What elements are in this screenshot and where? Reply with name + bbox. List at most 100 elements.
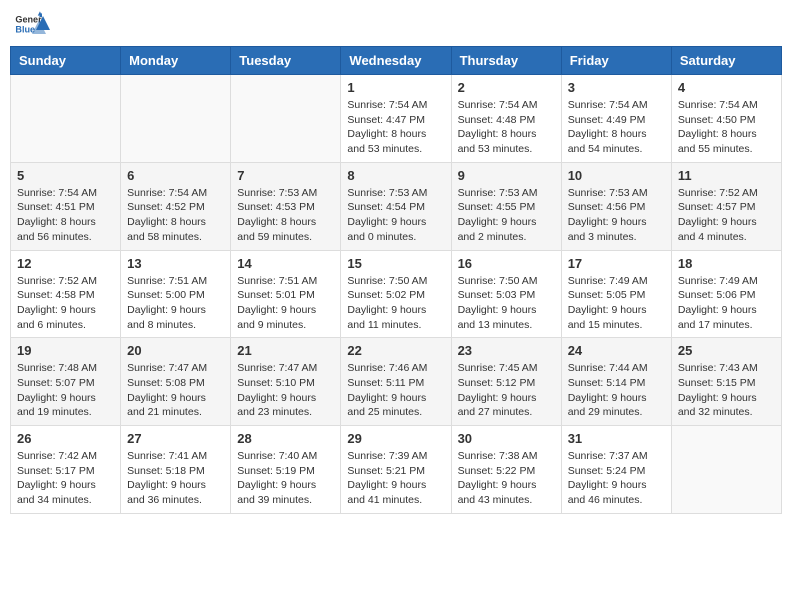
day-info: Sunrise: 7:47 AM Sunset: 5:08 PM Dayligh… xyxy=(127,361,224,420)
calendar-cell xyxy=(121,75,231,163)
day-info: Sunrise: 7:40 AM Sunset: 5:19 PM Dayligh… xyxy=(237,449,334,508)
day-number: 7 xyxy=(237,168,334,183)
day-number: 5 xyxy=(17,168,114,183)
day-info: Sunrise: 7:50 AM Sunset: 5:03 PM Dayligh… xyxy=(458,274,555,333)
day-info: Sunrise: 7:53 AM Sunset: 4:54 PM Dayligh… xyxy=(347,186,444,245)
calendar-cell: 1 Sunrise: 7:54 AM Sunset: 4:47 PM Daylig… xyxy=(341,75,451,163)
logo: General Blue xyxy=(14,10,54,38)
calendar-cell: 9Sunrise: 7:53 AM Sunset: 4:55 PM Daylig… xyxy=(451,162,561,250)
day-info: Sunrise: 7:39 AM Sunset: 5:21 PM Dayligh… xyxy=(347,449,444,508)
calendar-cell: 20 Sunrise: 7:47 AM Sunset: 5:08 PM Dayli… xyxy=(121,338,231,426)
day-number: 23 xyxy=(458,343,555,358)
calendar-cell: 2 Sunrise: 7:54 AM Sunset: 4:48 PM Daylig… xyxy=(451,75,561,163)
day-number: 28 xyxy=(237,431,334,446)
day-number: 3 xyxy=(568,80,665,95)
day-number: 12 xyxy=(17,256,114,271)
day-number: 10 xyxy=(568,168,665,183)
day-info: Sunrise: 7:41 AM Sunset: 5:18 PM Dayligh… xyxy=(127,449,224,508)
day-number: 31 xyxy=(568,431,665,446)
calendar-week-3: 12 Sunrise: 7:52 AM Sunset: 4:58 PM Dayli… xyxy=(11,250,782,338)
day-number: 2 xyxy=(458,80,555,95)
calendar-cell: 25 Sunrise: 7:43 AM Sunset: 5:15 PM Dayli… xyxy=(671,338,781,426)
calendar-cell: 31 Sunrise: 7:37 AM Sunset: 5:24 PM Dayli… xyxy=(561,426,671,514)
day-info: Sunrise: 7:54 AM Sunset: 4:52 PM Dayligh… xyxy=(127,186,224,245)
day-info: Sunrise: 7:54 AM Sunset: 4:51 PM Dayligh… xyxy=(17,186,114,245)
weekday-header-sunday: Sunday xyxy=(11,47,121,75)
weekday-header-friday: Friday xyxy=(561,47,671,75)
calendar-header-row: SundayMondayTuesdayWednesdayThursdayFrid… xyxy=(11,47,782,75)
day-number: 29 xyxy=(347,431,444,446)
day-info: Sunrise: 7:54 AM Sunset: 4:49 PM Dayligh… xyxy=(568,98,665,157)
day-info: Sunrise: 7:51 AM Sunset: 5:00 PM Dayligh… xyxy=(127,274,224,333)
weekday-header-thursday: Thursday xyxy=(451,47,561,75)
day-info: Sunrise: 7:53 AM Sunset: 4:56 PM Dayligh… xyxy=(568,186,665,245)
calendar-cell: 15 Sunrise: 7:50 AM Sunset: 5:02 PM Dayli… xyxy=(341,250,451,338)
calendar-cell: 5 Sunrise: 7:54 AM Sunset: 4:51 PM Daylig… xyxy=(11,162,121,250)
calendar-table: SundayMondayTuesdayWednesdayThursdayFrid… xyxy=(10,46,782,514)
day-number: 17 xyxy=(568,256,665,271)
calendar-cell: 21Sunrise: 7:47 AM Sunset: 5:10 PM Dayli… xyxy=(231,338,341,426)
calendar-cell: 17 Sunrise: 7:49 AM Sunset: 5:05 PM Dayli… xyxy=(561,250,671,338)
day-info: Sunrise: 7:54 AM Sunset: 4:47 PM Dayligh… xyxy=(347,98,444,157)
calendar-cell: 22 Sunrise: 7:46 AM Sunset: 5:11 PM Dayli… xyxy=(341,338,451,426)
weekday-header-wednesday: Wednesday xyxy=(341,47,451,75)
calendar-cell: 26 Sunrise: 7:42 AM Sunset: 5:17 PM Dayli… xyxy=(11,426,121,514)
day-info: Sunrise: 7:37 AM Sunset: 5:24 PM Dayligh… xyxy=(568,449,665,508)
day-number: 24 xyxy=(568,343,665,358)
calendar-cell: 4 Sunrise: 7:54 AM Sunset: 4:50 PM Daylig… xyxy=(671,75,781,163)
day-info: Sunrise: 7:54 AM Sunset: 4:50 PM Dayligh… xyxy=(678,98,775,157)
weekday-header-tuesday: Tuesday xyxy=(231,47,341,75)
day-info: Sunrise: 7:45 AM Sunset: 5:12 PM Dayligh… xyxy=(458,361,555,420)
day-number: 1 xyxy=(347,80,444,95)
day-info: Sunrise: 7:49 AM Sunset: 5:06 PM Dayligh… xyxy=(678,274,775,333)
day-info: Sunrise: 7:54 AM Sunset: 4:48 PM Dayligh… xyxy=(458,98,555,157)
calendar-cell: 19Sunrise: 7:48 AM Sunset: 5:07 PM Dayli… xyxy=(11,338,121,426)
calendar-cell: 18Sunrise: 7:49 AM Sunset: 5:06 PM Dayli… xyxy=(671,250,781,338)
calendar-cell: 29 Sunrise: 7:39 AM Sunset: 5:21 PM Dayli… xyxy=(341,426,451,514)
day-info: Sunrise: 7:46 AM Sunset: 5:11 PM Dayligh… xyxy=(347,361,444,420)
calendar-week-1: 1 Sunrise: 7:54 AM Sunset: 4:47 PM Daylig… xyxy=(11,75,782,163)
day-number: 30 xyxy=(458,431,555,446)
day-number: 26 xyxy=(17,431,114,446)
calendar-week-5: 26 Sunrise: 7:42 AM Sunset: 5:17 PM Dayli… xyxy=(11,426,782,514)
day-info: Sunrise: 7:51 AM Sunset: 5:01 PM Dayligh… xyxy=(237,274,334,333)
day-number: 25 xyxy=(678,343,775,358)
logo-triangle-icon xyxy=(32,12,54,34)
calendar-cell: 6Sunrise: 7:54 AM Sunset: 4:52 PM Daylig… xyxy=(121,162,231,250)
day-number: 9 xyxy=(458,168,555,183)
day-number: 27 xyxy=(127,431,224,446)
weekday-header-saturday: Saturday xyxy=(671,47,781,75)
calendar-week-4: 19Sunrise: 7:48 AM Sunset: 5:07 PM Dayli… xyxy=(11,338,782,426)
day-number: 22 xyxy=(347,343,444,358)
calendar-cell: 8 Sunrise: 7:53 AM Sunset: 4:54 PM Daylig… xyxy=(341,162,451,250)
day-info: Sunrise: 7:52 AM Sunset: 4:57 PM Dayligh… xyxy=(678,186,775,245)
calendar-cell: 3 Sunrise: 7:54 AM Sunset: 4:49 PM Daylig… xyxy=(561,75,671,163)
weekday-header-monday: Monday xyxy=(121,47,231,75)
day-number: 16 xyxy=(458,256,555,271)
calendar-cell: 24Sunrise: 7:44 AM Sunset: 5:14 PM Dayli… xyxy=(561,338,671,426)
day-number: 4 xyxy=(678,80,775,95)
calendar-cell: 13 Sunrise: 7:51 AM Sunset: 5:00 PM Dayli… xyxy=(121,250,231,338)
day-info: Sunrise: 7:52 AM Sunset: 4:58 PM Dayligh… xyxy=(17,274,114,333)
day-info: Sunrise: 7:50 AM Sunset: 5:02 PM Dayligh… xyxy=(347,274,444,333)
day-info: Sunrise: 7:42 AM Sunset: 5:17 PM Dayligh… xyxy=(17,449,114,508)
calendar-cell: 27 Sunrise: 7:41 AM Sunset: 5:18 PM Dayli… xyxy=(121,426,231,514)
day-number: 15 xyxy=(347,256,444,271)
calendar-cell: 14 Sunrise: 7:51 AM Sunset: 5:01 PM Dayli… xyxy=(231,250,341,338)
calendar-cell: 7Sunrise: 7:53 AM Sunset: 4:53 PM Daylig… xyxy=(231,162,341,250)
calendar-cell: 16 Sunrise: 7:50 AM Sunset: 5:03 PM Dayli… xyxy=(451,250,561,338)
day-number: 14 xyxy=(237,256,334,271)
calendar-cell xyxy=(671,426,781,514)
day-info: Sunrise: 7:43 AM Sunset: 5:15 PM Dayligh… xyxy=(678,361,775,420)
page-header: General Blue xyxy=(10,10,782,38)
day-info: Sunrise: 7:49 AM Sunset: 5:05 PM Dayligh… xyxy=(568,274,665,333)
day-number: 13 xyxy=(127,256,224,271)
day-info: Sunrise: 7:38 AM Sunset: 5:22 PM Dayligh… xyxy=(458,449,555,508)
day-number: 20 xyxy=(127,343,224,358)
calendar-week-2: 5 Sunrise: 7:54 AM Sunset: 4:51 PM Daylig… xyxy=(11,162,782,250)
day-number: 8 xyxy=(347,168,444,183)
calendar-cell: 28 Sunrise: 7:40 AM Sunset: 5:19 PM Dayli… xyxy=(231,426,341,514)
calendar-cell xyxy=(231,75,341,163)
calendar-cell: 10 Sunrise: 7:53 AM Sunset: 4:56 PM Dayli… xyxy=(561,162,671,250)
calendar-cell: 23 Sunrise: 7:45 AM Sunset: 5:12 PM Dayli… xyxy=(451,338,561,426)
